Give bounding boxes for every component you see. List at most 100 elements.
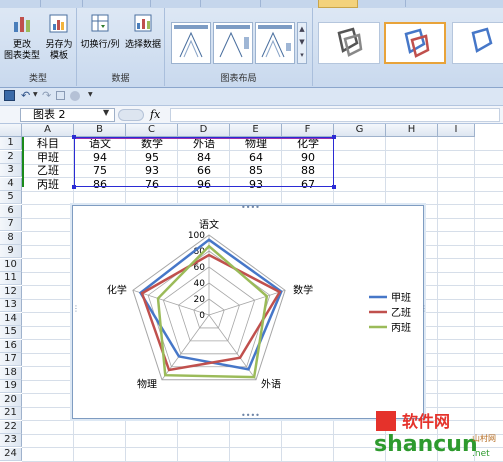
row-header-11[interactable]: 11: [0, 272, 22, 285]
row-header-12[interactable]: 12: [0, 285, 22, 299]
site-watermark-logo: 软件网 shancun .net 山村网: [374, 411, 496, 459]
row-header-10[interactable]: 10: [0, 258, 22, 272]
gallery-more-icon: ▾: [300, 51, 304, 59]
group-chart-layouts-label: 图表布局: [220, 74, 257, 84]
data-range-selection: [72, 135, 336, 189]
radial-tick-label: 20: [194, 295, 206, 305]
print-preview-icon[interactable]: [56, 91, 65, 100]
column-header-b[interactable]: B: [74, 124, 126, 137]
chart-style-1[interactable]: [318, 22, 380, 64]
tab-divider: [40, 0, 41, 7]
formula-bar-divider: [118, 109, 144, 121]
column-header-f[interactable]: F: [282, 124, 334, 137]
change-chart-type-line1: 更改: [12, 40, 31, 50]
group-type: 更改 图表类型 另存为 模板 类型: [0, 8, 77, 86]
resize-handle-right[interactable]: ⋮: [420, 305, 428, 313]
chart-layout-3[interactable]: [255, 22, 295, 64]
row-header-9[interactable]: 9: [0, 245, 22, 258]
row-header-2[interactable]: 2: [0, 150, 22, 164]
ribbon: 更改 图表类型 另存为 模板 类型 切换行/列 选择数据 数据 ▲ ▼ ▾ 图表…: [0, 0, 503, 88]
row-header-13[interactable]: 13: [0, 299, 22, 312]
svg-text:shancun: shancun: [374, 432, 478, 457]
row-header-21[interactable]: 21: [0, 407, 22, 420]
legend-label: 乙班: [391, 307, 411, 319]
name-box[interactable]: 图表 2: [20, 108, 115, 122]
circle-icon[interactable]: [70, 91, 80, 101]
svg-text:山村网: 山村网: [472, 433, 496, 443]
range-handle[interactable]: [72, 185, 76, 189]
chevron-up-icon: ▲: [299, 25, 305, 33]
legend-label: 丙班: [391, 322, 411, 334]
change-chart-type-button[interactable]: 更改 图表类型: [4, 12, 40, 62]
redo-icon[interactable]: ↷: [42, 89, 51, 102]
name-box-dropdown-icon[interactable]: ▼: [103, 108, 109, 117]
column-header-e[interactable]: E: [230, 124, 282, 137]
switch-row-column-button[interactable]: 切换行/列: [80, 12, 120, 51]
row-header-20[interactable]: 20: [0, 393, 22, 407]
select-data-button[interactable]: 选择数据: [123, 12, 163, 51]
row-header-23[interactable]: 23: [0, 434, 22, 447]
chevron-down-icon: ▼: [299, 38, 305, 46]
radial-tick-label: 100: [188, 231, 205, 241]
row-header-6[interactable]: 6: [0, 204, 22, 218]
save-as-template-button[interactable]: 另存为 模板: [42, 12, 76, 62]
tab-divider: [82, 0, 83, 7]
resize-handle-bottom[interactable]: ••••: [241, 412, 260, 420]
column-header-a[interactable]: A: [22, 124, 74, 137]
range-handle[interactable]: [72, 135, 76, 139]
save-icon[interactable]: [4, 90, 15, 101]
column-header-g[interactable]: G: [334, 124, 386, 137]
save-as-template-icon: [49, 14, 68, 33]
row-header-5[interactable]: 5: [0, 191, 22, 204]
legend-label: 甲班: [391, 292, 411, 304]
chart-style-2[interactable]: [384, 22, 446, 64]
row-header-16[interactable]: 16: [0, 339, 22, 353]
change-chart-type-icon: [14, 17, 30, 32]
chart-layout-1[interactable]: [171, 22, 211, 64]
undo-icon[interactable]: ↶: [21, 89, 30, 102]
column-header-i[interactable]: I: [438, 124, 475, 137]
undo-dropdown-icon[interactable]: ▼: [33, 91, 38, 98]
select-data-label: 选择数据: [124, 40, 161, 50]
row-header-17[interactable]: 17: [0, 353, 22, 366]
row-header-22[interactable]: 22: [0, 420, 22, 434]
row-header-8[interactable]: 8: [0, 231, 22, 245]
group-data-label: 数据: [111, 74, 130, 84]
row-header-4[interactable]: 4: [0, 177, 22, 191]
range-handle[interactable]: [332, 135, 336, 139]
radial-tick-label: 0: [199, 311, 205, 321]
category-label: 语文: [199, 218, 219, 231]
row-header-3[interactable]: 3: [0, 164, 22, 177]
layout-radar-icon: [216, 25, 250, 58]
select-all-corner[interactable]: [0, 124, 22, 137]
range-handle[interactable]: [332, 185, 336, 189]
resize-handle-left[interactable]: ⋮: [72, 305, 80, 313]
tab-design[interactable]: [318, 0, 358, 8]
row-header-24[interactable]: 24: [0, 447, 22, 461]
chart-layout-2[interactable]: [213, 22, 253, 64]
column-header-d[interactable]: D: [178, 124, 230, 137]
tab-divider: [260, 0, 261, 7]
resize-handle-top[interactable]: ••••: [241, 204, 260, 212]
group-chart-layouts: ▲ ▼ ▾ 图表布局: [165, 8, 313, 86]
radar-plot: 020406080100语文数学外语物理化学甲班乙班丙班: [107, 218, 411, 391]
chart-style-3[interactable]: [452, 22, 503, 64]
category-label: 物理: [137, 378, 157, 391]
layout-gallery-scroll[interactable]: ▲ ▼ ▾: [297, 22, 307, 64]
column-header-h[interactable]: H: [386, 124, 438, 137]
row-header-7[interactable]: 7: [0, 218, 22, 231]
group-data: 切换行/列 选择数据 数据: [77, 8, 165, 86]
radial-tick-label: 40: [194, 279, 206, 289]
row-header-14[interactable]: 14: [0, 312, 22, 326]
row-header-15[interactable]: 15: [0, 326, 22, 339]
row-header-19[interactable]: 19: [0, 380, 22, 393]
row-header-1[interactable]: 1: [0, 137, 22, 150]
radar-chart[interactable]: •••• •••• ⋮ ⋮ 0 20 40 60 80 100 语文 数学 外语 物理 化学 甲班 乙班…: [72, 204, 428, 420]
column-header-c[interactable]: C: [126, 124, 178, 137]
formula-input[interactable]: [170, 108, 500, 122]
series-name-range: [22, 137, 74, 187]
row-header-18[interactable]: 18: [0, 366, 22, 380]
save-as-template-line1: 另存为: [45, 40, 73, 50]
insert-function-button[interactable]: fx: [150, 108, 168, 122]
customize-qat-icon[interactable]: ▼: [88, 91, 93, 98]
